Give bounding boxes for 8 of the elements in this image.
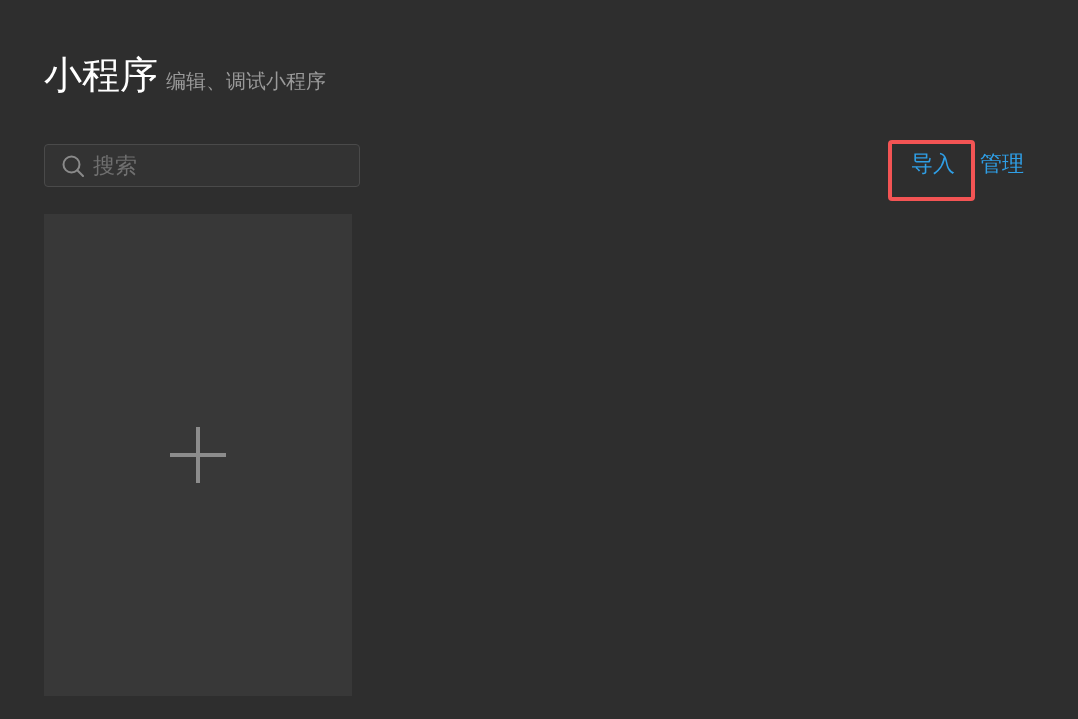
add-card[interactable] <box>44 214 352 696</box>
search-icon <box>62 155 84 177</box>
action-link[interactable]: 管理 <box>980 154 1024 174</box>
search-field[interactable]: 搜索 <box>44 144 360 187</box>
action-link[interactable]: 导入 <box>911 154 955 174</box>
page-title: 小程序 <box>44 52 158 98</box>
plus-icon <box>170 427 226 483</box>
page-subtitle: 编辑、调试小程序 <box>166 68 326 95</box>
